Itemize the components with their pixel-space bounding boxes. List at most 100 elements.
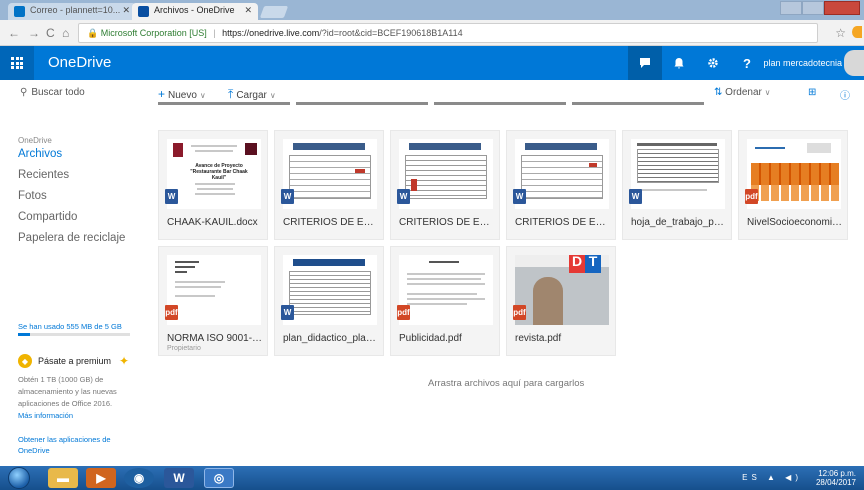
- start-button[interactable]: [8, 467, 30, 489]
- gear-icon[interactable]: [696, 46, 730, 80]
- nav-item-fotos[interactable]: Fotos: [18, 190, 47, 202]
- file-name[interactable]: NORMA ISO 9001-20...: [167, 333, 263, 344]
- maximize-button[interactable]: [802, 1, 824, 15]
- sort-label: Ordenar: [725, 87, 762, 98]
- clock[interactable]: 12:06 p.m. 28/04/2017: [816, 469, 856, 487]
- info-button[interactable]: ⓘ: [840, 87, 850, 102]
- close-tab-icon[interactable]: ✕: [122, 5, 130, 16]
- forward-icon[interactable]: →: [28, 26, 40, 40]
- file-name[interactable]: plan_didactico_planm...: [283, 333, 379, 344]
- file-thumbnail: [399, 255, 493, 325]
- nav-item-compartido[interactable]: Compartido: [18, 211, 77, 223]
- help-icon[interactable]: ?: [730, 46, 764, 80]
- extension-icon[interactable]: [852, 26, 862, 38]
- file-tile[interactable]: pdf Publicidad.pdf: [390, 246, 500, 356]
- minimize-button[interactable]: [780, 1, 802, 15]
- more-info-link[interactable]: Más información: [18, 411, 73, 420]
- file-thumbnail: [631, 139, 725, 209]
- bell-icon[interactable]: [662, 46, 696, 80]
- loading-indicator: [158, 102, 704, 106]
- help-glyph: ?: [743, 55, 751, 71]
- language-indicator[interactable]: ES: [742, 473, 761, 482]
- upload-icon: ⤒: [228, 87, 234, 101]
- file-name[interactable]: CRITERIOS DE EVALU...: [283, 217, 379, 228]
- back-icon[interactable]: ←: [8, 26, 20, 40]
- pdf-icon: pdf: [513, 305, 526, 320]
- left-nav: OneDrive Archivos Recientes Fotos Compar…: [0, 108, 140, 466]
- chevron-down-icon: ∨: [269, 91, 276, 100]
- file-name[interactable]: NivelSocioeconomico...: [747, 217, 843, 228]
- sort-button[interactable]: ⇅ Ordenar ∨: [714, 87, 771, 98]
- tab-correo[interactable]: Correo - plannett=10... ✕: [8, 3, 136, 20]
- logo-icon: [173, 143, 183, 157]
- magazine-logo: D: [569, 255, 585, 273]
- pdf-icon: pdf: [745, 189, 758, 204]
- file-tile[interactable]: Avance de Proyecto "Restaurante Bar Chaak…: [158, 130, 268, 240]
- storage-quota-fill: [18, 333, 31, 336]
- outlook-icon: [14, 6, 25, 17]
- storage-quota-text[interactable]: Se han usado 555 MB de 5 GB: [18, 322, 122, 331]
- person-photo: [533, 277, 563, 325]
- file-tile[interactable]: pdf NivelSocioeconomico...: [738, 130, 848, 240]
- close-window-button[interactable]: [824, 1, 860, 15]
- file-name[interactable]: CRITERIOS DE EVALU...: [399, 217, 495, 228]
- app-launcher-button[interactable]: [0, 46, 34, 80]
- new-button[interactable]: + Nuevo ∨: [158, 87, 206, 101]
- upload-button[interactable]: ⤒ Cargar ∨: [228, 87, 276, 102]
- url-field[interactable]: 🔒 Microsoft Corporation [US] | https://o…: [78, 23, 818, 43]
- url-path: /?id=root&cid=BCEF190618B1A114: [319, 28, 463, 38]
- close-tab-icon[interactable]: ✕: [244, 5, 252, 16]
- premium-text: Obtén 1 TB (1000 GB) de almacenamiento y…: [18, 375, 117, 408]
- tab-title: Archivos - OneDrive: [154, 5, 235, 15]
- taskbar: ▬ ▶ ◉ W ◎ ES ▲ ◀) 12:06 p.m. 28/04/2017: [0, 466, 864, 490]
- nav-item-recientes[interactable]: Recientes: [18, 169, 69, 181]
- file-tile[interactable]: D T pdf revista.pdf: [506, 246, 616, 356]
- search-box[interactable]: ⚲ Buscar todo: [20, 87, 85, 98]
- get-apps-link[interactable]: Obtener las aplicaciones de OneDrive: [18, 434, 132, 456]
- header-actions: ?: [628, 46, 764, 80]
- app-title[interactable]: OneDrive: [48, 54, 111, 71]
- nav-item-papelera[interactable]: Papelera de reciclaje: [18, 232, 125, 244]
- new-tab-button[interactable]: [259, 6, 289, 18]
- magazine-logo: T: [585, 255, 601, 273]
- waffle-icon: [11, 57, 23, 69]
- nav-item-archivos[interactable]: Archivos: [18, 148, 62, 160]
- word-icon[interactable]: W: [164, 468, 194, 488]
- file-tile[interactable]: W CRITERIOS DE EVALU...: [274, 130, 384, 240]
- file-name[interactable]: CHAAK-KAUIL.docx: [167, 217, 263, 228]
- word-icon: W: [165, 189, 178, 204]
- account-name[interactable]: plan mercadotecnia: [763, 58, 842, 68]
- tab-archivos[interactable]: Archivos - OneDrive ✕: [132, 3, 258, 20]
- file-name[interactable]: Publicidad.pdf: [399, 333, 495, 344]
- reload-icon[interactable]: C: [46, 26, 55, 40]
- file-owner: Propietario: [167, 345, 201, 352]
- chrome-icon[interactable]: ◎: [204, 468, 234, 488]
- file-tile[interactable]: W CRITERIOS DE EVALU...: [506, 130, 616, 240]
- view-toggle-button[interactable]: ⊞: [808, 87, 816, 98]
- file-tile[interactable]: pdf NORMA ISO 9001-20... Propietario: [158, 246, 268, 356]
- file-tile[interactable]: W plan_didactico_planm...: [274, 246, 384, 356]
- file-name[interactable]: CRITERIOS DE EVALU...: [515, 217, 611, 228]
- tray-icons[interactable]: ES ▲ ◀): [742, 473, 802, 482]
- comment-icon[interactable]: [628, 46, 662, 80]
- file-name[interactable]: revista.pdf: [515, 333, 611, 344]
- bookmark-star-icon[interactable]: ☆: [835, 26, 846, 40]
- folder-icon[interactable]: ▬: [48, 468, 78, 488]
- file-thumbnail: [283, 255, 377, 325]
- sort-icon: ⇅: [714, 87, 723, 98]
- avatar[interactable]: [844, 50, 864, 76]
- premium-link[interactable]: ◆ Pásate a premium ✦: [18, 354, 129, 368]
- media-player-icon[interactable]: ▶: [86, 468, 116, 488]
- file-name[interactable]: hoja_de_trabajo_para_...: [631, 217, 727, 228]
- premium-title: Pásate a premium: [38, 356, 112, 366]
- lock-icon: 🔒: [87, 28, 99, 38]
- diamond-icon: ◆: [18, 354, 32, 368]
- tab-title: Correo - plannett=10...: [30, 5, 121, 15]
- info-icon: ⓘ: [840, 91, 850, 102]
- premium-description: Obtén 1 TB (1000 GB) de almacenamiento y…: [18, 374, 132, 422]
- home-icon[interactable]: ⌂: [62, 26, 69, 40]
- onedrive-icon: [138, 6, 149, 17]
- file-tile[interactable]: W hoja_de_trabajo_para_...: [622, 130, 732, 240]
- file-tile[interactable]: W CRITERIOS DE EVALU...: [390, 130, 500, 240]
- firefox-icon[interactable]: ◉: [124, 468, 154, 488]
